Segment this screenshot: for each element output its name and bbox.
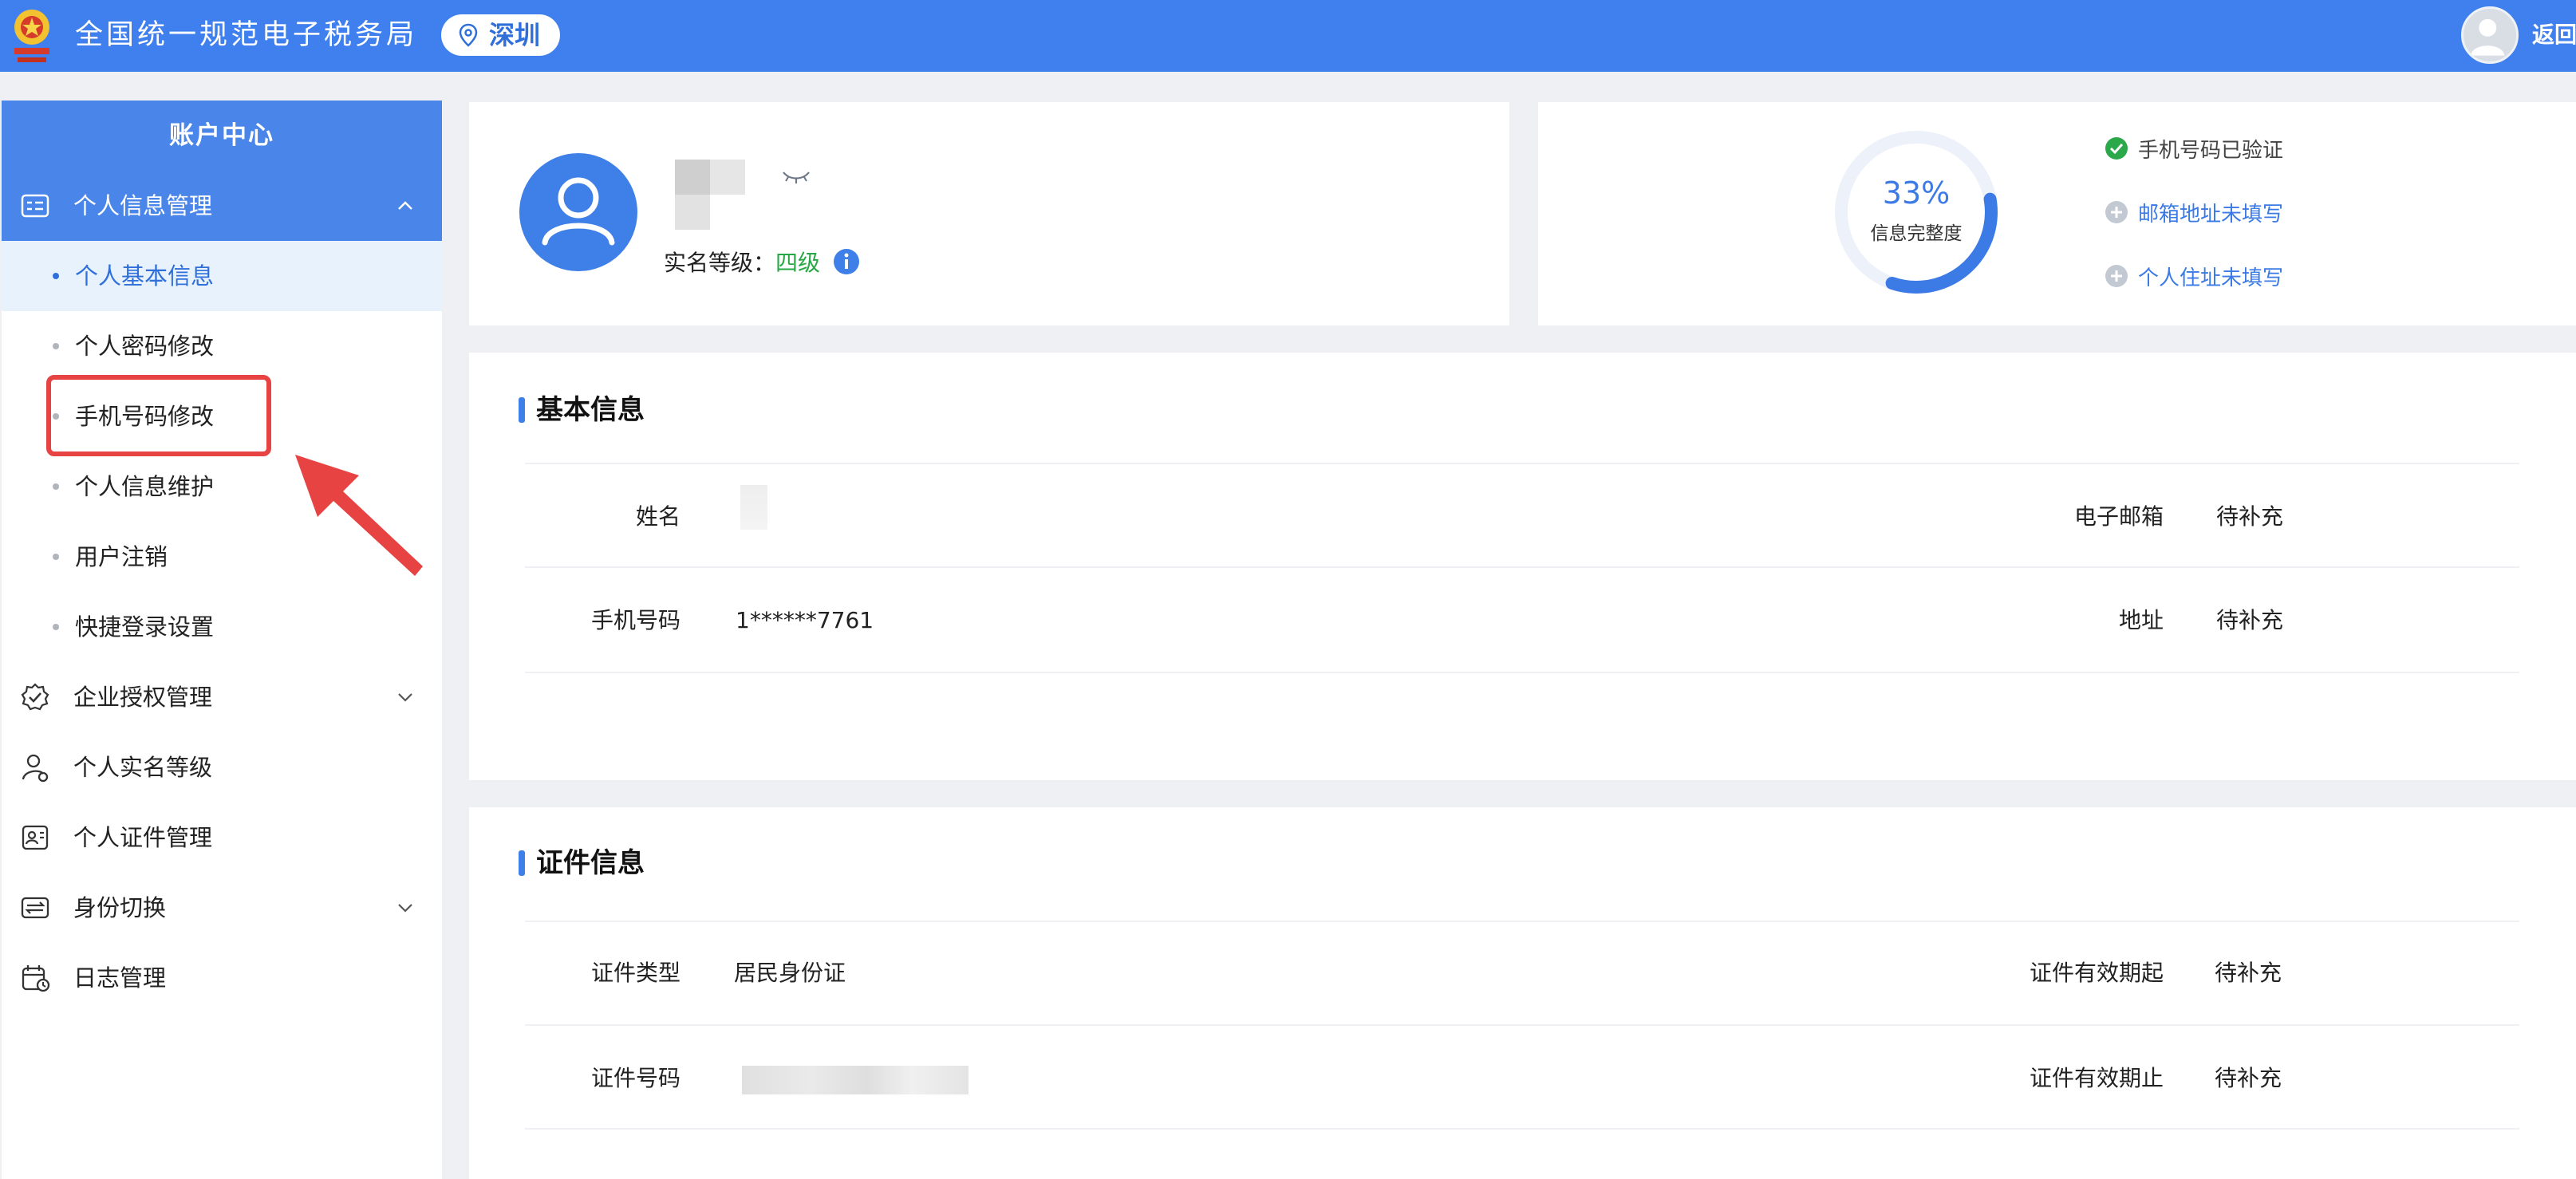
badge-check-icon (21, 683, 49, 711)
status-phone-verified: 手机号码已验证 (2105, 132, 2283, 164)
sidebar-group-log-management[interactable]: 日志管理 (2, 943, 442, 1013)
field-label-cert-number: 证件号码 (590, 1065, 680, 1091)
divider (525, 1128, 2519, 1130)
location-pin-icon (459, 23, 478, 47)
sidebar-group-label: 个人信息管理 (73, 192, 213, 219)
field-label-cert-type: 证件类型 (590, 960, 680, 986)
sidebar-item-label: 个人密码修改 (75, 333, 215, 360)
sidebar-group-real-name-level[interactable]: 个人实名等级 (2, 732, 442, 802)
id-card-icon (22, 825, 49, 850)
add-email-link[interactable]: 邮箱地址未填写 (2105, 196, 2283, 228)
status-text: 个人住址未填写 (2138, 266, 2284, 290)
location-label: 深圳 (489, 20, 541, 50)
plus-circle-icon (2105, 265, 2128, 287)
basic-info-card: 基本信息 姓名 电子邮箱 待补充 手机号码 1******7761 地址 待补充 (469, 353, 2576, 780)
top-header: 全国统一规范电子税务局 深圳 返回 (0, 0, 2576, 72)
sidebar-group-label: 个人证件管理 (73, 824, 213, 851)
user-avatar-icon (2471, 18, 2505, 56)
real-name-level: 实名等级：四级 (664, 247, 820, 279)
sidebar-group-enterprise-auth[interactable]: 企业授权管理 (2, 662, 442, 732)
sidebar-item-password[interactable]: 个人密码修改 (2, 311, 442, 381)
bullet-dot (53, 624, 59, 630)
divider (525, 921, 2519, 922)
field-value-phone: 1******7761 (736, 607, 874, 633)
sidebar-title: 账户中心 (2, 101, 442, 171)
tax-emblem-icon (14, 10, 49, 62)
completeness-arc (1835, 131, 1998, 294)
info-icon[interactable] (833, 248, 860, 275)
location-selector[interactable]: 深圳 (441, 14, 560, 56)
field-label-email: 电子邮箱 (2073, 503, 2164, 530)
divider (525, 566, 2519, 568)
cert-info-card: 证件信息 证件类型 居民身份证 证件有效期起 待补充 证件号码 证件有效期止 待… (469, 807, 2576, 1179)
completeness-caption: 信息完整度 (1870, 223, 1963, 244)
sidebar-item-label: 用户注销 (75, 543, 168, 570)
user-avatar[interactable] (2461, 6, 2519, 64)
section-title: 证件信息 (519, 846, 645, 881)
level-label: 实名等级： (664, 250, 776, 276)
masked-cert-number (742, 1066, 968, 1094)
field-label-address: 地址 (2118, 607, 2164, 633)
chevron-down-icon (398, 904, 412, 913)
check-circle-icon (2105, 137, 2128, 160)
divider (525, 463, 2519, 464)
sidebar-group-identity-switch[interactable]: 身份切换 (2, 873, 442, 943)
field-value-valid-from: 待补充 (2215, 960, 2282, 986)
section-title: 基本信息 (519, 392, 645, 428)
sidebar-item-label: 快捷登录设置 (75, 613, 215, 641)
calendar-log-icon (22, 965, 50, 992)
sidebar: 账户中心 个人信息管理 个人基本信息 个人密码修改 手机号码修改 个人信息维护 … (2, 101, 442, 1179)
eye-closed-icon[interactable] (780, 168, 812, 187)
annotation-arrow-icon (295, 455, 423, 576)
sidebar-group-personal-info[interactable]: 个人信息管理 (2, 171, 442, 241)
sidebar-item-label: 个人基本信息 (75, 262, 215, 290)
field-value-address: 待补充 (2216, 607, 2284, 633)
field-value-cert-type: 居民身份证 (734, 960, 846, 986)
profile-avatar (519, 153, 637, 271)
completeness-percent: 33% (1882, 175, 1951, 211)
field-value-email: 待补充 (2216, 503, 2284, 530)
sidebar-item-label: 个人信息维护 (75, 473, 215, 500)
profile-card: 实名等级：四级 (469, 102, 1509, 325)
sidebar-group-label: 日志管理 (73, 964, 167, 992)
switch-identity-icon (21, 897, 49, 919)
field-label-valid-from: 证件有效期起 (2029, 960, 2164, 986)
sidebar-item-quick-login[interactable]: 快捷登录设置 (2, 592, 442, 662)
highlight-box (46, 375, 271, 456)
bullet-dot (53, 483, 59, 490)
sidebar-group-label: 企业授权管理 (73, 684, 213, 711)
bullet-dot (53, 554, 59, 560)
back-link[interactable]: 返回 (2532, 19, 2576, 51)
field-label-valid-to: 证件有效期止 (2029, 1065, 2164, 1091)
profile-list-icon (21, 194, 49, 218)
status-text: 手机号码已验证 (2138, 138, 2284, 163)
bullet-dot (53, 273, 59, 279)
masked-name-value (740, 485, 767, 530)
app-title: 全国统一规范电子税务局 (75, 19, 418, 51)
completeness-card: 33% 信息完整度 手机号码已验证 邮箱地址未填写 个人住址未填写 (1538, 102, 2576, 325)
chevron-down-icon (398, 693, 412, 702)
bullet-dot (53, 343, 59, 349)
sidebar-group-label: 身份切换 (73, 894, 167, 921)
plus-circle-icon (2105, 201, 2128, 223)
sidebar-group-id-management[interactable]: 个人证件管理 (2, 802, 442, 873)
field-value-valid-to: 待补充 (2215, 1065, 2282, 1091)
user-level-icon (22, 754, 49, 783)
level-value: 四级 (775, 250, 821, 276)
sidebar-group-label: 个人实名等级 (73, 754, 213, 781)
sidebar-item-basic-info[interactable]: 个人基本信息 (2, 241, 442, 311)
divider (525, 672, 2519, 673)
user-outline-icon (542, 177, 615, 246)
status-text: 邮箱地址未填写 (2138, 202, 2284, 227)
chevron-up-icon (398, 201, 412, 210)
field-label-name: 姓名 (635, 503, 680, 530)
field-label-phone: 手机号码 (590, 607, 680, 633)
divider (525, 1024, 2519, 1026)
add-address-link[interactable]: 个人住址未填写 (2105, 260, 2283, 292)
masked-name (675, 160, 747, 230)
completeness-ring (1835, 131, 1998, 294)
